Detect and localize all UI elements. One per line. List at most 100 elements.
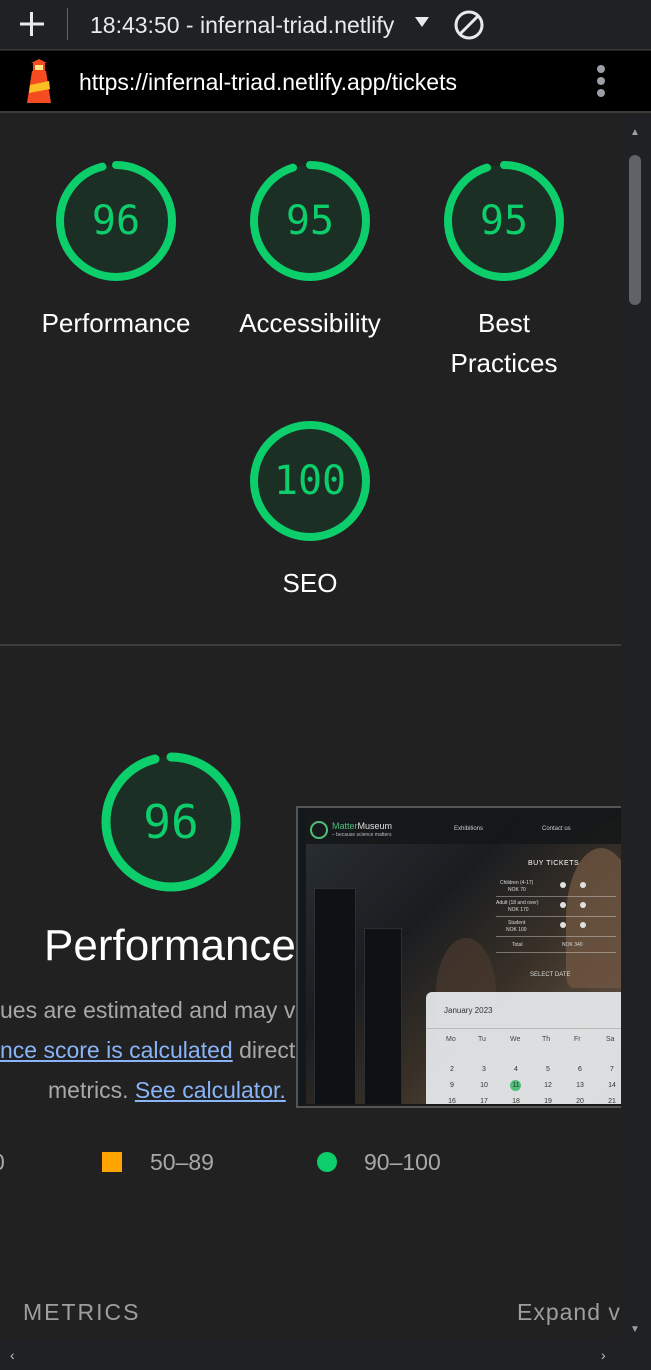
calendar-day: 6 (578, 1066, 582, 1073)
thumb-navbar: MatterMuseum – because science matters E… (306, 818, 621, 844)
gauge-best-practices[interactable]: 95 (438, 155, 570, 287)
brand-part-b: Museum (357, 821, 393, 831)
calendar-day: 5 (546, 1066, 550, 1073)
calendar-dow: Tu (478, 1036, 486, 1043)
scroll-up-arrow-icon[interactable]: ▲ (630, 127, 640, 138)
gauge-label: SEO (282, 568, 338, 598)
exhibit-machine (314, 888, 356, 1104)
calendar-dow: Sa (606, 1036, 615, 1043)
perf-description-line3: metrics. See calculator. (48, 1077, 286, 1104)
score-calculated-link[interactable]: nce score is calculated (0, 1037, 233, 1063)
thumb-nav-exhibitions: Exhibitions (454, 826, 484, 832)
gauge-performance[interactable]: 96 (50, 155, 182, 287)
url-bar: https://infernal-triad.netlify.app/ticke… (0, 51, 651, 113)
gauge-accessibility[interactable]: 95 (244, 155, 376, 287)
legend-pass: 90–100 (364, 1149, 441, 1175)
exhibit-machine (364, 928, 402, 1104)
thumb-brand: MatterMuseum (332, 821, 392, 831)
scroll-down-arrow-icon[interactable]: ▼ (630, 1324, 640, 1335)
gauge-label: Best Practices (450, 308, 558, 378)
minus-icon (560, 902, 566, 908)
see-calculator-link[interactable]: See calculator. (135, 1077, 286, 1103)
calendar-dow: We (510, 1036, 521, 1043)
perf-description-line1: ues are estimated and may va (0, 997, 308, 1024)
gauge-score: 100 (273, 458, 347, 504)
calendar-day: 17 (480, 1098, 488, 1104)
row-divider (496, 936, 616, 937)
row-divider (496, 916, 616, 917)
minus-icon (560, 882, 566, 888)
calendar-day: 9 (450, 1082, 454, 1089)
legend-average: 50–89 (150, 1149, 214, 1175)
legend-fail-fragment: 0 (0, 1149, 5, 1176)
expand-view-toggle[interactable]: Expand v (517, 1299, 621, 1326)
final-screenshot-thumbnail[interactable]: MatterMuseum – because science matters E… (296, 806, 621, 1108)
scroll-right-arrow-icon[interactable]: › (601, 1347, 606, 1363)
url-text[interactable]: https://infernal-triad.netlify.app/ticke… (79, 69, 457, 96)
calendar-day: 16 (448, 1098, 456, 1104)
thumb-calendar: January 2023 Mo Tu We Th Fr Sa 2 3 4 5 6… (426, 992, 621, 1104)
thumb-ticket-row: Adult (18 and over) (496, 900, 539, 906)
calendar-day: 19 (544, 1098, 552, 1104)
section-divider (0, 644, 621, 646)
calendar-dow: Mo (446, 1036, 456, 1043)
gauge-score: 96 (91, 198, 141, 244)
scrollbar-thumb[interactable] (629, 155, 641, 305)
thumb-ticket-price: NOK 70 (508, 887, 526, 893)
calendar-divider (426, 1028, 621, 1029)
thumb-total-label: Total (512, 942, 523, 948)
thumb-ticket-price: NOK 100 (506, 927, 527, 933)
average-square-icon (102, 1152, 122, 1172)
thumb-total-value: NOK 340 (562, 942, 583, 948)
gauge-label: Performance (41, 308, 191, 338)
calendar-dow: Fr (574, 1036, 581, 1043)
block-icon[interactable] (453, 9, 485, 41)
scroll-left-arrow-icon[interactable]: ‹ (10, 1347, 15, 1363)
calendar-day: 11 (512, 1082, 520, 1089)
performance-title: Performance (44, 921, 296, 970)
calendar-day: 20 (576, 1098, 584, 1104)
calendar-day: 7 (610, 1066, 614, 1073)
desc-text: ues are estimated and may va (0, 997, 309, 1023)
tab-title[interactable]: 18:43:50 - infernal-triad.netlify (90, 12, 394, 39)
thumb-select-date: SELECT DATE (530, 972, 571, 978)
calendar-day: 4 (514, 1066, 518, 1073)
thumb-buy-tickets: BUY TICKETS (528, 860, 580, 867)
calendar-dow: Th (542, 1036, 551, 1043)
calendar-day: 21 (608, 1098, 616, 1104)
gauge-score: 95 (479, 198, 529, 244)
museum-logo-icon (310, 821, 328, 839)
row-divider (496, 896, 616, 897)
report-content: 96 Performance 95 Accessibility 95 Best … (0, 115, 621, 1341)
desc-text: directl (232, 1037, 301, 1063)
gauge-seo[interactable]: 100 (244, 415, 376, 547)
gauge-score: 95 (285, 198, 335, 244)
menu-kebab-icon[interactable] (594, 65, 608, 99)
lighthouse-logo-icon (27, 59, 51, 103)
thumb-nav-contact: Contact us (542, 826, 571, 832)
thumb-ticket-price: NOK 170 (508, 907, 529, 913)
plus-icon (580, 922, 586, 928)
thumb-tagline: – because science matters (332, 832, 392, 838)
calendar-day: 13 (576, 1082, 584, 1089)
horizontal-scrollbar[interactable]: ‹ › (0, 1341, 651, 1370)
new-tab-plus-icon[interactable] (18, 9, 46, 39)
calendar-day: 12 (544, 1082, 552, 1089)
pass-circle-icon (317, 1152, 337, 1172)
thumb-ticket-row: Student (508, 920, 526, 926)
minus-icon (560, 922, 566, 928)
calendar-month: January 2023 (444, 1006, 493, 1015)
calendar-day: 10 (480, 1082, 488, 1089)
visitor-figure (566, 848, 621, 988)
plus-icon (580, 902, 586, 908)
perf-description-line2: nce score is calculated directl (0, 1037, 300, 1064)
metrics-heading: METRICS (23, 1299, 141, 1325)
gauge-score: 96 (143, 795, 199, 849)
tab-dropdown-caret-icon[interactable] (414, 16, 430, 28)
calendar-day: 18 (512, 1098, 520, 1104)
gauge-label: Accessibility (239, 308, 381, 338)
row-divider (496, 952, 616, 953)
plus-icon (580, 882, 586, 888)
calendar-day: 3 (482, 1066, 486, 1073)
vertical-scrollbar[interactable]: ▲ ▼ (621, 115, 651, 1341)
